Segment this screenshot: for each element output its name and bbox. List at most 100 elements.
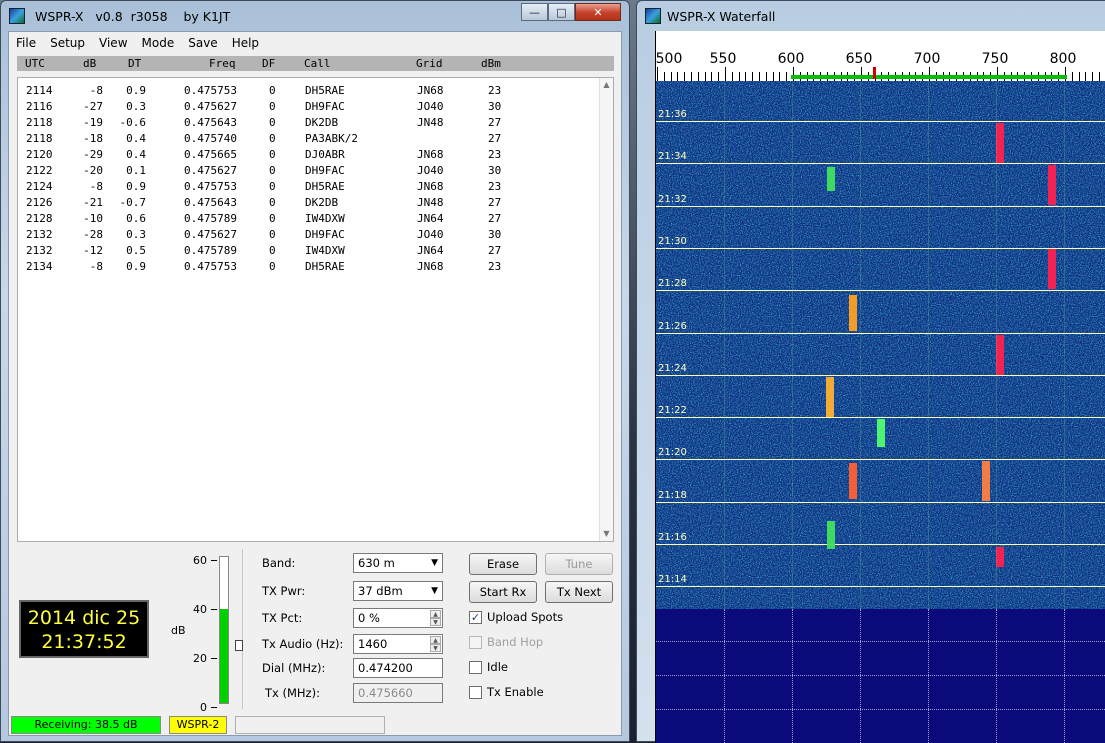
freq-tick <box>779 72 781 81</box>
signal-trace <box>982 461 990 501</box>
menu-mode[interactable]: Mode <box>135 36 182 50</box>
scroll-up-icon[interactable]: ▲ <box>600 78 613 92</box>
frequency-scale[interactable]: 500 550 600 650 700 750 800 <box>655 31 1105 81</box>
decode-cell: 0 <box>269 244 276 257</box>
txpct-spinbox[interactable]: 0 % ▲ ▼ <box>353 608 443 628</box>
tx-freq-value: 0.475660 <box>358 686 413 700</box>
decode-cell: -0.6 <box>119 116 147 129</box>
menu-help[interactable]: Help <box>225 36 266 50</box>
freq-label: 650 <box>845 51 873 67</box>
decode-cell: 30 <box>488 100 502 113</box>
decode-cell: PA3ABK/2 <box>305 132 358 145</box>
waterfall-title-bar[interactable]: WSPR-X Waterfall <box>637 1 1105 31</box>
freq-tick <box>752 72 754 81</box>
freq-label: 750 <box>981 51 1009 67</box>
decode-cell: IW4DXW <box>305 212 345 225</box>
decode-cell: -0.7 <box>119 196 147 209</box>
chevron-down-icon: ▼ <box>431 586 438 596</box>
decoded-text-area[interactable]: 2114 -8 0.9 0.475753 0 DH5RAE JN68 23 2116 -27 0.3… <box>17 77 614 542</box>
spectrum-display <box>655 609 1105 743</box>
col-freq: Freq <box>209 57 236 70</box>
spin-down-icon[interactable]: ▼ <box>430 618 441 626</box>
close-button[interactable]: ✕ <box>575 3 621 21</box>
decode-cell: 0.475627 <box>184 100 237 113</box>
dial-value: 0.474200 <box>358 661 413 675</box>
signal-trace <box>826 377 834 417</box>
decode-cell: 27 <box>488 116 502 129</box>
title-bar[interactable]: WSPR-X v0.8 r3058 by K1JT — □ ✕ <box>1 1 629 31</box>
freq-grid-line <box>996 81 997 609</box>
freq-tick <box>765 72 767 81</box>
utc-clock: 2014 dic 25 21:37:52 <box>19 600 149 658</box>
txaudio-spinbox[interactable]: 1460 ▲ ▼ <box>353 634 443 654</box>
decode-cell: 0.475627 <box>184 164 237 177</box>
freq-tick <box>711 72 713 81</box>
freq-label: 550 <box>709 51 737 67</box>
decode-cell: 0 <box>269 100 276 113</box>
menu-save[interactable]: Save <box>181 36 224 50</box>
window-title: WSPR-X v0.8 r3058 by K1JT <box>35 8 231 24</box>
dial-freq-input[interactable]: 0.474200 <box>353 658 443 678</box>
waterfall-display[interactable]: 21:36 21:34 21:32 21:30 21:28 21:26 21:24 21:22… <box>655 81 1105 609</box>
signal-trace <box>996 547 1004 567</box>
col-call: Call <box>304 57 331 70</box>
txpct-label: TX Pct: <box>262 611 303 625</box>
start-rx-button[interactable]: Start Rx <box>469 581 537 603</box>
freq-label: 700 <box>913 51 941 67</box>
rx-level-slider[interactable] <box>235 640 243 651</box>
decode-cell: 2120 <box>26 148 53 161</box>
tx-next-button[interactable]: Tx Next <box>545 581 613 603</box>
txpwr-select[interactable]: 37 dBm ▼ <box>353 581 443 601</box>
decode-cell: DK2DB <box>305 196 339 209</box>
tx-enable-checkbox[interactable]: Tx Enable <box>469 685 544 699</box>
spin-up-icon[interactable]: ▲ <box>430 610 441 618</box>
decode-cell: 0.9 <box>126 260 146 273</box>
decode-cell: 2126 <box>26 196 53 209</box>
spin-up-icon[interactable]: ▲ <box>430 636 441 644</box>
menu-file[interactable]: File <box>9 36 43 50</box>
freq-tick <box>1092 72 1094 81</box>
tune-button[interactable]: Tune <box>545 553 613 575</box>
meter-unit-label: dB <box>171 624 186 637</box>
app-globe-icon <box>645 8 661 24</box>
scroll-down-icon[interactable]: ▼ <box>600 527 613 541</box>
decode-row: 2126 -21 -0.7 0.475643 0 DK2DB JN48 27 <box>18 195 598 211</box>
decode-cell: 27 <box>488 244 502 257</box>
clock-date: 2014 dic 25 <box>27 607 141 629</box>
menu-setup[interactable]: Setup <box>43 36 92 50</box>
decode-cell: 0.475643 <box>184 116 237 129</box>
decode-cell: DH5RAE <box>305 84 345 97</box>
decode-cell: JO40 <box>417 100 444 113</box>
minimize-button[interactable]: — <box>521 3 548 21</box>
decode-cell: 0.475789 <box>184 244 237 257</box>
band-hop-label: Band Hop <box>487 635 544 649</box>
decode-cell: -8 <box>89 260 103 273</box>
decode-scrollbar[interactable]: ▲ ▼ <box>599 78 613 541</box>
idle-checkbox[interactable]: Idle <box>469 660 508 674</box>
dial-label: Dial (MHz): <box>262 661 326 675</box>
col-db: dB <box>83 57 97 70</box>
upload-spots-checkbox[interactable]: ✓ Upload Spots <box>469 610 563 624</box>
status-bar: Receiving: 38.5 dB WSPR-2 <box>9 716 623 736</box>
col-dbm: dBm <box>481 57 501 70</box>
maximize-button[interactable]: □ <box>548 3 575 21</box>
decode-cell: 27 <box>488 212 502 225</box>
decode-cell: 27 <box>488 196 502 209</box>
band-select[interactable]: 630 m ▼ <box>353 553 443 573</box>
clock-time: 21:37:52 <box>41 631 127 653</box>
decode-cell: 0.3 <box>126 100 146 113</box>
erase-button[interactable]: Erase <box>469 553 537 575</box>
menu-view[interactable]: View <box>92 36 134 50</box>
freq-grid-line <box>1064 81 1065 609</box>
freq-tick <box>731 72 733 81</box>
freq-tick <box>718 72 720 81</box>
idle-label: Idle <box>487 660 508 674</box>
decode-cell: JN48 <box>417 116 444 129</box>
spin-down-icon[interactable]: ▼ <box>430 644 441 652</box>
freq-label: 800 <box>1049 51 1077 67</box>
decode-cell: 23 <box>488 84 502 97</box>
freq-grid-line <box>724 81 725 609</box>
decode-cell: 0.4 <box>126 132 146 145</box>
freq-tick <box>684 72 686 81</box>
time-marker-label: 21:20 <box>658 447 687 459</box>
